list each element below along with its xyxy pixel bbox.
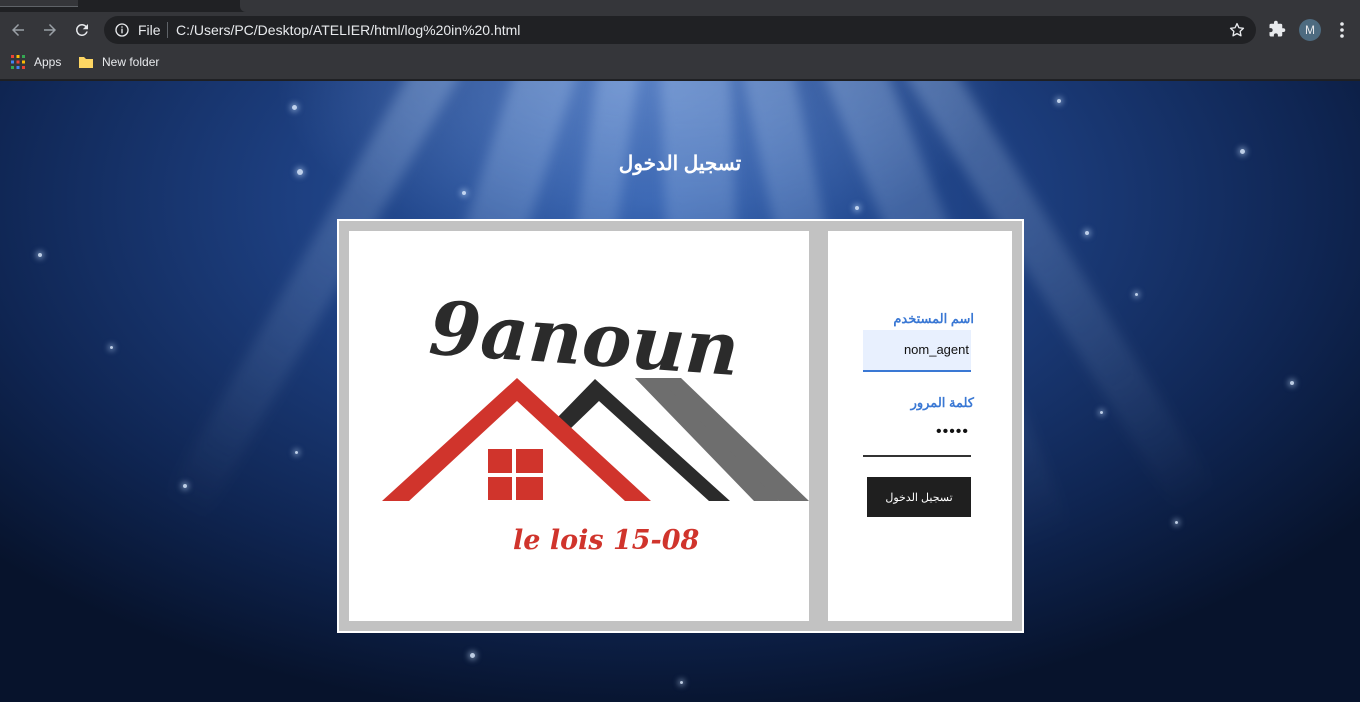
url-text[interactable]: C:/Users/PC/Desktop/ATELIER/html/log%20i… [176, 22, 520, 38]
sparkle [1290, 381, 1294, 385]
sparkle [110, 346, 113, 349]
reload-button[interactable] [70, 18, 94, 42]
sparkle [38, 253, 42, 257]
reload-icon [75, 23, 88, 36]
address-bar[interactable]: File C:/Users/PC/Desktop/ATELIER/html/lo… [104, 16, 1256, 44]
username-field[interactable]: nom_agent [863, 330, 971, 372]
login-button[interactable]: تسجيل الدخول [867, 477, 971, 517]
bookmark-apps[interactable]: Apps [10, 54, 61, 70]
tab-strip [0, 0, 1360, 12]
sparkle [1175, 521, 1178, 524]
browser-tab[interactable] [0, 0, 78, 7]
password-label: كلمة المرور [910, 395, 974, 410]
bookmark-new-folder[interactable]: New folder [78, 54, 159, 70]
bookmark-star-icon[interactable] [1228, 21, 1246, 39]
bookmark-new-folder-label: New folder [102, 55, 160, 69]
sparkle [1135, 293, 1138, 296]
logo-tagline: le lois 15-08 [513, 525, 700, 556]
page-title: تسجيل الدخول [618, 153, 742, 175]
kebab-menu-icon[interactable] [1334, 20, 1350, 40]
url-separator [167, 22, 168, 38]
sparkle [292, 105, 297, 110]
extensions-puzzle-icon[interactable] [1268, 20, 1286, 38]
sparkle [1085, 231, 1089, 235]
forward-button[interactable] [38, 18, 62, 42]
sparkle [183, 484, 187, 488]
sparkle [680, 681, 683, 684]
ganoun-logo: 9anoun le lois 15-08 [382, 286, 809, 556]
page-background: تسجيل الدخول 9anoun le lois 15-08 اسم ال… [0, 81, 1360, 702]
bookmark-apps-label: Apps [34, 55, 62, 69]
login-form: اسم المستخدم nom_agent كلمة المرور •••••… [828, 231, 1012, 621]
tab-strip-background [240, 0, 1360, 12]
logo-wordmark: 9anoun [427, 286, 742, 393]
sparkle [1100, 411, 1103, 414]
url-scheme: File [138, 22, 161, 38]
sparkle [855, 206, 859, 210]
password-field[interactable]: ••••• [863, 415, 971, 457]
profile-avatar[interactable]: M [1299, 19, 1321, 41]
sparkle [295, 451, 298, 454]
sparkle [1057, 99, 1061, 103]
login-panel: 9anoun le lois 15-08 اسم المستخدم nom_ag… [337, 219, 1024, 633]
house-window [488, 449, 543, 500]
apps-grid-icon [11, 55, 25, 69]
sparkle [470, 653, 475, 658]
sparkle [462, 191, 466, 195]
logo-area: 9anoun le lois 15-08 [349, 231, 809, 621]
bookmarks-bar: Apps New folder [0, 48, 1360, 80]
username-label: اسم المستخدم [893, 311, 974, 326]
arrow-right-icon [44, 24, 56, 36]
folder-icon [79, 57, 93, 68]
info-icon[interactable] [114, 22, 130, 38]
back-button[interactable] [6, 18, 30, 42]
arrow-left-icon [12, 24, 24, 36]
browser-toolbar: File C:/Users/PC/Desktop/ATELIER/html/lo… [0, 12, 1360, 48]
